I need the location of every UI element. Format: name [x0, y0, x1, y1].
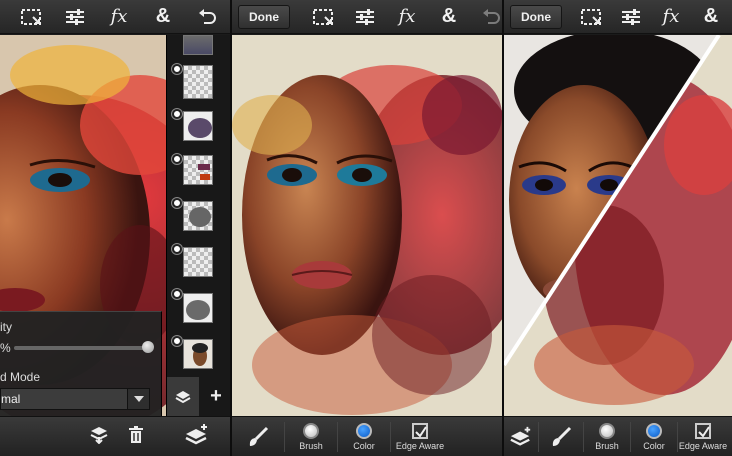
- undo-icon[interactable]: [474, 0, 502, 34]
- edge-aware-label: Edge Aware: [395, 440, 445, 451]
- color-label: Color: [353, 440, 375, 451]
- checkbox-icon: [412, 422, 428, 439]
- done-button[interactable]: Done: [510, 4, 562, 29]
- brush-label: Brush: [299, 440, 323, 451]
- screen-reveal: Done fx & Brush Color Edge Aware: [504, 0, 732, 456]
- layer-thumb[interactable]: [183, 247, 213, 277]
- select-icon[interactable]: [574, 0, 608, 34]
- blend-mode-label: d Mode: [0, 370, 41, 384]
- layer-visibility-dot[interactable]: [172, 154, 182, 164]
- edge-aware-toggle[interactable]: Edge Aware: [678, 417, 728, 456]
- fx-icon[interactable]: fx: [654, 0, 688, 34]
- select-icon[interactable]: [14, 0, 48, 34]
- layers-icon[interactable]: [184, 423, 214, 453]
- brush-mode-icon[interactable]: [539, 417, 583, 456]
- screen-brush-edit: Done fx & Brush Color Edge Aware: [232, 0, 502, 456]
- image-canvas[interactable]: [504, 35, 732, 416]
- top-toolbar: fx &: [0, 0, 230, 34]
- bottom-toolbar: Brush Color Edge Aware: [232, 416, 502, 456]
- add-layer-icon[interactable]: +: [201, 377, 230, 416]
- layer-thumb[interactable]: [183, 35, 213, 55]
- screen-layers: fx & + ity % d Mode mal: [0, 0, 230, 456]
- opacity-label: ity: [0, 320, 12, 334]
- layer-visibility-dot[interactable]: [172, 64, 182, 74]
- edge-aware-label: Edge Aware: [678, 440, 728, 451]
- opacity-value: %: [0, 341, 11, 355]
- bottom-toolbar: [0, 416, 230, 456]
- fx-icon[interactable]: fx: [390, 0, 424, 34]
- blend-icon[interactable]: &: [694, 0, 728, 34]
- layer-visibility-dot[interactable]: [172, 244, 182, 254]
- opacity-slider[interactable]: [14, 341, 154, 353]
- brush-tool[interactable]: Brush: [285, 417, 337, 456]
- adjust-icon[interactable]: [58, 0, 92, 34]
- select-icon[interactable]: [306, 0, 340, 34]
- brush-size-icon: [599, 422, 615, 439]
- checkbox-icon: [695, 422, 711, 439]
- color-swatch-icon: [356, 422, 372, 439]
- layer-thumb[interactable]: [183, 65, 213, 99]
- layers-icon: [175, 390, 191, 403]
- layer-visibility-dot[interactable]: [172, 109, 182, 119]
- layer-thumb[interactable]: [183, 111, 213, 141]
- layer-thumb[interactable]: [183, 155, 213, 185]
- photo-artwork: [504, 35, 732, 416]
- blend-mode-value: mal: [1, 392, 21, 406]
- edge-aware-toggle[interactable]: Edge Aware: [391, 417, 449, 456]
- fx-icon[interactable]: fx: [102, 0, 136, 34]
- top-toolbar: Done fx &: [504, 0, 732, 34]
- color-label: Color: [643, 440, 665, 451]
- chevron-down-icon: [127, 389, 149, 409]
- brush-mode-icon[interactable]: [232, 417, 284, 456]
- adjust-icon[interactable]: [614, 0, 648, 34]
- bottom-toolbar: Brush Color Edge Aware: [504, 416, 732, 456]
- brush-label: Brush: [595, 440, 619, 451]
- brush-size-icon: [303, 422, 319, 439]
- blend-mode-select[interactable]: mal: [0, 388, 150, 410]
- app-root: fx & + ity % d Mode mal Done fx & Brush …: [0, 0, 732, 456]
- merge-down-icon[interactable]: [90, 426, 108, 449]
- layer-thumb[interactable]: [183, 339, 213, 369]
- undo-icon[interactable]: [190, 0, 224, 34]
- layer-visibility-dot[interactable]: [172, 198, 182, 208]
- layer-thumb[interactable]: [183, 201, 213, 231]
- color-swatch-icon: [646, 422, 662, 439]
- opacity-slider-knob[interactable]: [142, 341, 154, 353]
- adjust-icon[interactable]: [348, 0, 382, 34]
- layer-properties-panel: ity % d Mode mal: [0, 311, 162, 416]
- done-button[interactable]: Done: [238, 4, 290, 29]
- layer-visibility-dot[interactable]: [172, 336, 182, 346]
- layer-thumb[interactable]: [183, 293, 213, 323]
- top-toolbar: Done fx &: [232, 0, 502, 34]
- layers-column: +: [166, 35, 230, 416]
- blend-icon[interactable]: &: [432, 0, 466, 34]
- brush-tool[interactable]: Brush: [584, 417, 630, 456]
- image-canvas[interactable]: [232, 35, 502, 416]
- layer-visibility-dot[interactable]: [172, 289, 182, 299]
- color-tool[interactable]: Color: [631, 417, 677, 456]
- blend-icon[interactable]: &: [146, 0, 180, 34]
- color-tool[interactable]: Color: [338, 417, 390, 456]
- trash-icon[interactable]: [128, 426, 144, 449]
- photo-artwork: [232, 35, 502, 416]
- layers-toggle-button[interactable]: [167, 377, 199, 416]
- layers-icon[interactable]: [504, 417, 538, 456]
